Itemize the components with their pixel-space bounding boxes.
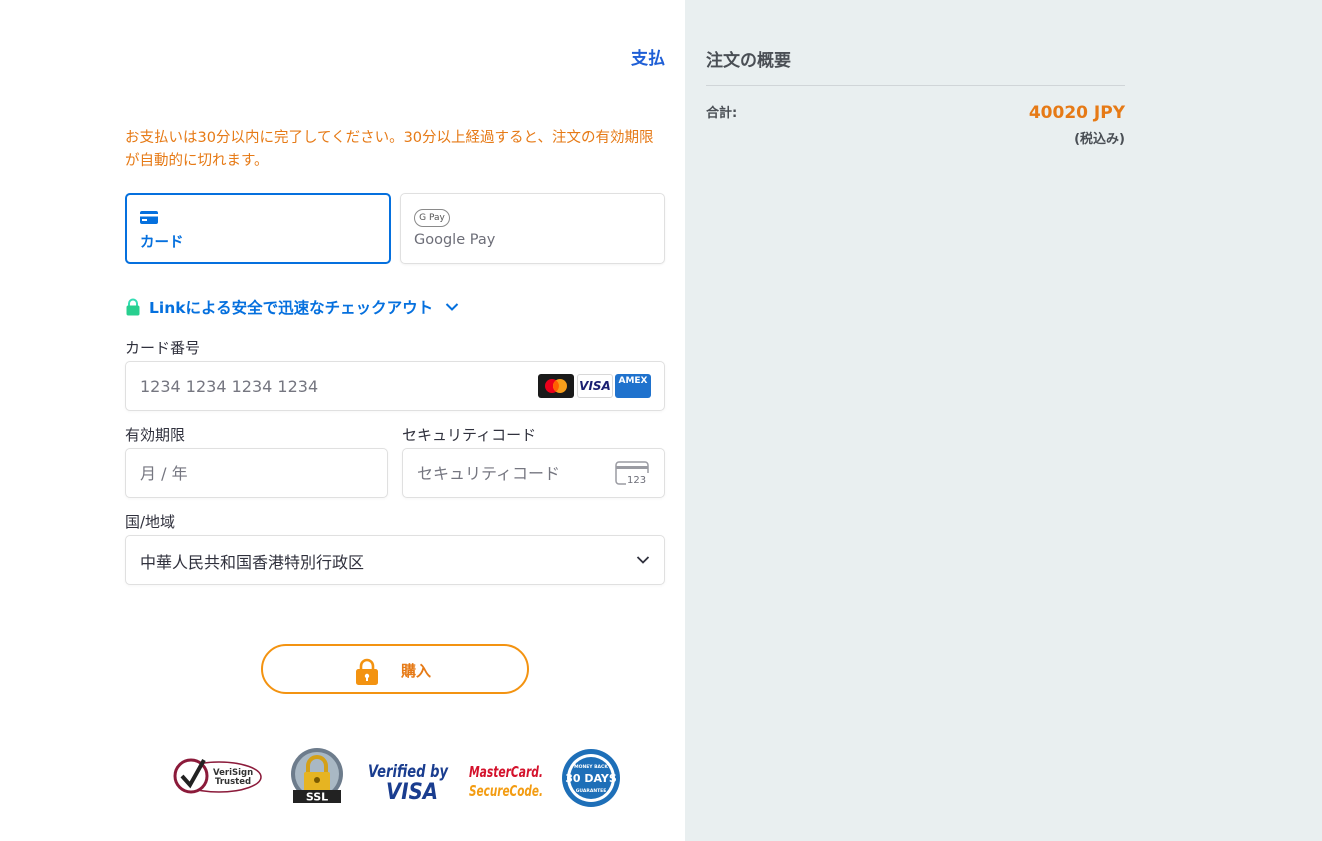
money-back-top: MONEY BACK (574, 764, 608, 770)
mastercard-securecode-badge: MasterCard. SecureCode. (468, 760, 544, 804)
mastercard-line2: SecureCode. (469, 782, 543, 800)
buy-button[interactable]: 購入 (261, 644, 529, 694)
google-pay-icon: G Pay (414, 209, 450, 227)
mastercard-line1: MasterCard. (469, 763, 543, 781)
verified-visa-line1: Verified by (368, 762, 449, 782)
total-label: 合計: (706, 106, 738, 121)
page-title: 支払 (631, 49, 665, 69)
buy-button-label: 購入 (401, 662, 432, 680)
tab-card-label: カード (140, 235, 184, 251)
payment-panel: 支払 お支払いは30分以内に完了してください。30分以上経過すると、注文の有効期… (0, 0, 685, 841)
card-number-field: VISA AMEX (125, 361, 665, 411)
tab-google-pay[interactable]: G Pay Google Pay (400, 193, 665, 264)
expiry-field (125, 448, 388, 498)
amex-icon: AMEX (615, 374, 651, 398)
country-label: 国/地域 (125, 513, 176, 531)
cvc-card-icon: 123 (615, 461, 650, 486)
link-checkout-toggle[interactable]: Linkによる安全で迅速なチェックアウト (125, 296, 459, 318)
visa-icon: VISA (577, 374, 613, 398)
verified-visa-line2: VISA (386, 780, 438, 803)
summary-divider (706, 85, 1125, 86)
card-number-label: カード番号 (125, 339, 201, 357)
cvc-icon-text: 123 (627, 475, 646, 486)
cvc-label: セキュリティコード (402, 426, 537, 444)
chevron-down-icon (445, 303, 459, 311)
money-back-main: 30 DAYS (565, 772, 617, 785)
verisign-badge: VeriSign Trusted (172, 748, 264, 800)
link-checkout-text: Linkによる安全で迅速なチェックアウト (149, 299, 434, 317)
chevron-down-icon (636, 556, 650, 564)
money-back-bottom: GUARANTEE (576, 788, 607, 794)
order-summary-title: 注文の概要 (706, 51, 791, 71)
lock-icon (126, 298, 140, 316)
total-value: 40020 JPY (1028, 103, 1125, 123)
verisign-line2: Trusted (215, 777, 251, 787)
expiry-input[interactable] (140, 449, 370, 497)
expiry-label: 有効期限 (125, 426, 186, 444)
money-back-badge: 30 DAYS MONEY BACK GUARANTEE (560, 748, 622, 812)
tab-google-pay-label: Google Pay (414, 232, 496, 248)
order-summary-panel (685, 0, 1322, 841)
cvc-field: 123 (402, 448, 665, 498)
country-select[interactable]: 中華人民共和国香港特別行政区 (125, 535, 665, 585)
card-icon (140, 211, 158, 224)
verified-by-visa-badge: Verified by VISA (366, 757, 450, 807)
card-number-input[interactable] (140, 362, 520, 410)
cvc-input[interactable] (417, 449, 607, 497)
ssl-badge: SSL (289, 746, 345, 808)
mastercard-icon (538, 374, 574, 398)
tab-card[interactable]: カード (125, 193, 391, 264)
tax-note: (税込み) (1074, 132, 1125, 147)
lock-icon (356, 658, 378, 685)
ssl-text: SSL (306, 791, 328, 804)
country-select-value: 中華人民共和国香港特別行政区 (140, 553, 365, 572)
timeout-notice: お支払いは30分以内に完了してください。30分以上経過すると、注文の有効期限が自… (125, 130, 654, 169)
